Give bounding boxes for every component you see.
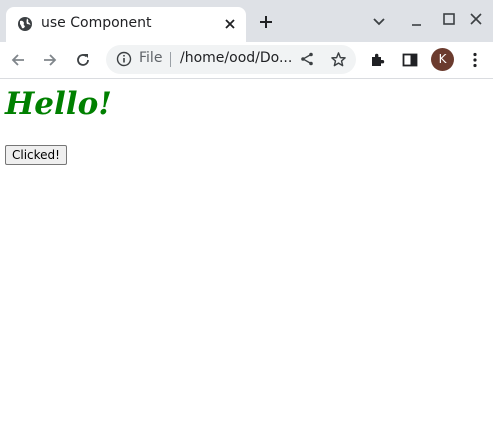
bookmark-star-icon[interactable] bbox=[330, 51, 347, 68]
close-window-icon[interactable] bbox=[467, 10, 485, 28]
share-icon[interactable] bbox=[299, 51, 315, 67]
close-icon[interactable] bbox=[222, 16, 238, 32]
extensions-puzzle-icon[interactable] bbox=[369, 51, 387, 69]
scheme-label: File bbox=[139, 50, 163, 66]
maximize-icon[interactable] bbox=[440, 10, 458, 28]
back-arrow-icon[interactable] bbox=[9, 51, 27, 69]
reload-icon[interactable] bbox=[74, 51, 92, 69]
address-bar[interactable]: File /home/ood/Do... bbox=[106, 45, 356, 74]
tab-title: use Component bbox=[41, 15, 152, 31]
minimize-icon[interactable] bbox=[408, 12, 426, 30]
page-content: Hello! Clicked! bbox=[0, 79, 493, 425]
clicked-button[interactable]: Clicked! bbox=[5, 145, 67, 165]
tab-active[interactable]: use Component bbox=[6, 7, 246, 42]
globe-icon bbox=[18, 17, 32, 31]
url-text[interactable]: /home/ood/Do... bbox=[180, 50, 292, 66]
hello-heading: Hello! bbox=[5, 86, 112, 122]
toolbar: File /home/ood/Do... K bbox=[0, 42, 493, 79]
info-icon[interactable] bbox=[116, 51, 132, 67]
divider bbox=[170, 52, 171, 67]
profile-avatar[interactable]: K bbox=[431, 48, 454, 71]
forward-arrow-icon[interactable] bbox=[41, 51, 59, 69]
more-menu-icon[interactable] bbox=[466, 51, 484, 69]
chevron-down-icon[interactable] bbox=[370, 12, 388, 30]
side-panel-icon[interactable] bbox=[401, 51, 419, 69]
new-tab-icon[interactable] bbox=[258, 14, 274, 30]
tab-strip: use Component bbox=[0, 0, 493, 42]
